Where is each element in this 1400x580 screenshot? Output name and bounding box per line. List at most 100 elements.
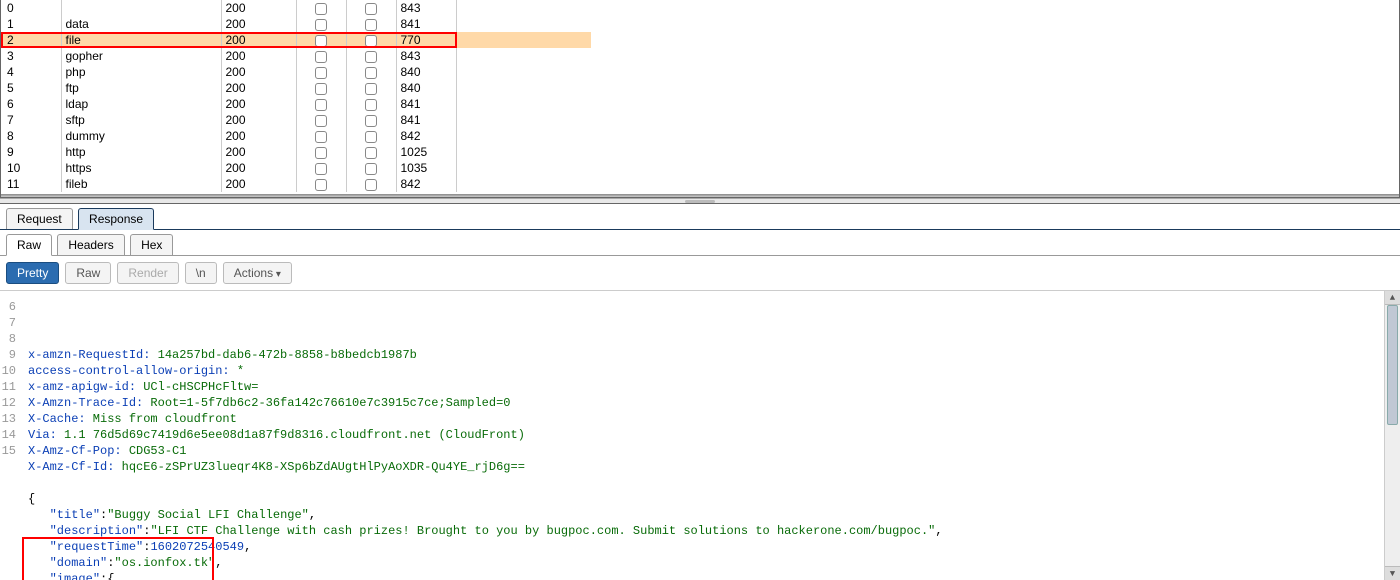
cell-index: 5 [1,80,61,96]
cell-rest [456,160,591,176]
cell-payload: file [61,32,221,48]
cell-rest [456,16,591,32]
checkbox-icon [365,115,377,127]
table-row[interactable]: 2file200770 [1,32,591,48]
table-row[interactable]: 1data200841 [1,16,591,32]
linewrap-button[interactable]: \n [185,262,217,284]
cell-timeout-checkbox[interactable] [346,112,396,128]
cell-timeout-checkbox[interactable] [346,48,396,64]
cell-error-checkbox[interactable] [296,176,346,192]
checkbox-icon [315,67,327,79]
cell-error-checkbox[interactable] [296,16,346,32]
cell-rest [456,112,591,128]
actions-dropdown[interactable]: Actions [223,262,292,284]
table-row[interactable]: 7sftp200841 [1,112,591,128]
pane-splitter[interactable] [0,198,1400,204]
table-bottom-separator [1,194,1399,197]
cell-timeout-checkbox[interactable] [346,176,396,192]
line-number-gutter: 6789101112131415 [0,291,20,580]
table-row[interactable]: 4php200840 [1,64,591,80]
cell-error-checkbox[interactable] [296,64,346,80]
checkbox-icon [315,163,327,175]
checkbox-icon [365,147,377,159]
tab-response[interactable]: Response [78,208,154,230]
cell-status: 200 [221,80,296,96]
cell-payload: sftp [61,112,221,128]
cell-length: 843 [396,48,456,64]
cell-timeout-checkbox[interactable] [346,144,396,160]
cell-error-checkbox[interactable] [296,32,346,48]
checkbox-icon [365,99,377,111]
cell-error-checkbox[interactable] [296,160,346,176]
cell-index: 8 [1,128,61,144]
cell-payload: dummy [61,128,221,144]
checkbox-icon [365,51,377,63]
render-button[interactable]: Render [117,262,178,284]
scroll-thumb[interactable] [1387,305,1398,425]
table-row[interactable]: 6ldap200841 [1,96,591,112]
subtab-headers[interactable]: Headers [57,234,124,255]
cell-timeout-checkbox[interactable] [346,160,396,176]
cell-payload: http [61,144,221,160]
cell-rest [456,176,591,192]
response-code-content[interactable]: .x-amzn-RequestId: 14a257bd-dab6-472b-88… [4,339,1400,580]
cell-error-checkbox[interactable] [296,0,346,16]
cell-length: 1035 [396,160,456,176]
table-row[interactable]: 8dummy200842 [1,128,591,144]
cell-status: 200 [221,160,296,176]
cell-status: 200 [221,48,296,64]
cell-error-checkbox[interactable] [296,80,346,96]
checkbox-icon [315,115,327,127]
response-body-viewer[interactable]: 6789101112131415 .x-amzn-RequestId: 14a2… [0,290,1400,580]
subtab-raw[interactable]: Raw [6,234,52,256]
vertical-scrollbar[interactable]: ▲ ▼ [1384,291,1400,580]
cell-payload: data [61,16,221,32]
cell-status: 200 [221,112,296,128]
checkbox-icon [315,35,327,47]
cell-payload: ftp [61,80,221,96]
response-toolbar: Pretty Raw Render \n Actions [0,256,1400,290]
checkbox-icon [315,147,327,159]
cell-timeout-checkbox[interactable] [346,16,396,32]
cell-rest [456,80,591,96]
table-row[interactable]: 5ftp200 840 [1,80,591,96]
tab-request[interactable]: Request [6,208,73,229]
table-row[interactable]: 3gopher200843 [1,48,591,64]
cell-payload: https [61,160,221,176]
cell-payload: fileb [61,176,221,192]
checkbox-icon [315,179,327,191]
cell-length: 841 [396,96,456,112]
intruder-results-table[interactable]: 02008431data2008412file2007703gopher2008… [1,0,591,192]
cell-status: 200 [221,144,296,160]
cell-error-checkbox[interactable] [296,48,346,64]
cell-error-checkbox[interactable] [296,96,346,112]
table-row[interactable]: 11fileb200842 [1,176,591,192]
cell-timeout-checkbox[interactable] [346,0,396,16]
scroll-track[interactable] [1385,305,1400,566]
cell-error-checkbox[interactable] [296,128,346,144]
cell-length: 840 [396,80,456,96]
cell-payload: php [61,64,221,80]
cell-timeout-checkbox[interactable] [346,96,396,112]
cell-error-checkbox[interactable] [296,112,346,128]
cell-timeout-checkbox[interactable] [346,32,396,48]
scroll-up-arrow[interactable]: ▲ [1385,291,1400,305]
subtab-hex[interactable]: Hex [130,234,173,255]
cell-error-checkbox[interactable] [296,144,346,160]
table-row[interactable]: 9http2001025 [1,144,591,160]
cell-index: 0 [1,0,61,16]
checkbox-icon [315,83,327,95]
cell-timeout-checkbox[interactable] [346,80,396,96]
pretty-button[interactable]: Pretty [6,262,59,284]
cell-index: 9 [1,144,61,160]
cell-index: 10 [1,160,61,176]
raw-button[interactable]: Raw [65,262,111,284]
cell-timeout-checkbox[interactable] [346,64,396,80]
table-row[interactable]: 10https200 1035 [1,160,591,176]
cell-status: 200 [221,16,296,32]
checkbox-icon [365,179,377,191]
table-row[interactable]: 0200843 [1,0,591,16]
cell-index: 3 [1,48,61,64]
cell-timeout-checkbox[interactable] [346,128,396,144]
checkbox-icon [315,131,327,143]
